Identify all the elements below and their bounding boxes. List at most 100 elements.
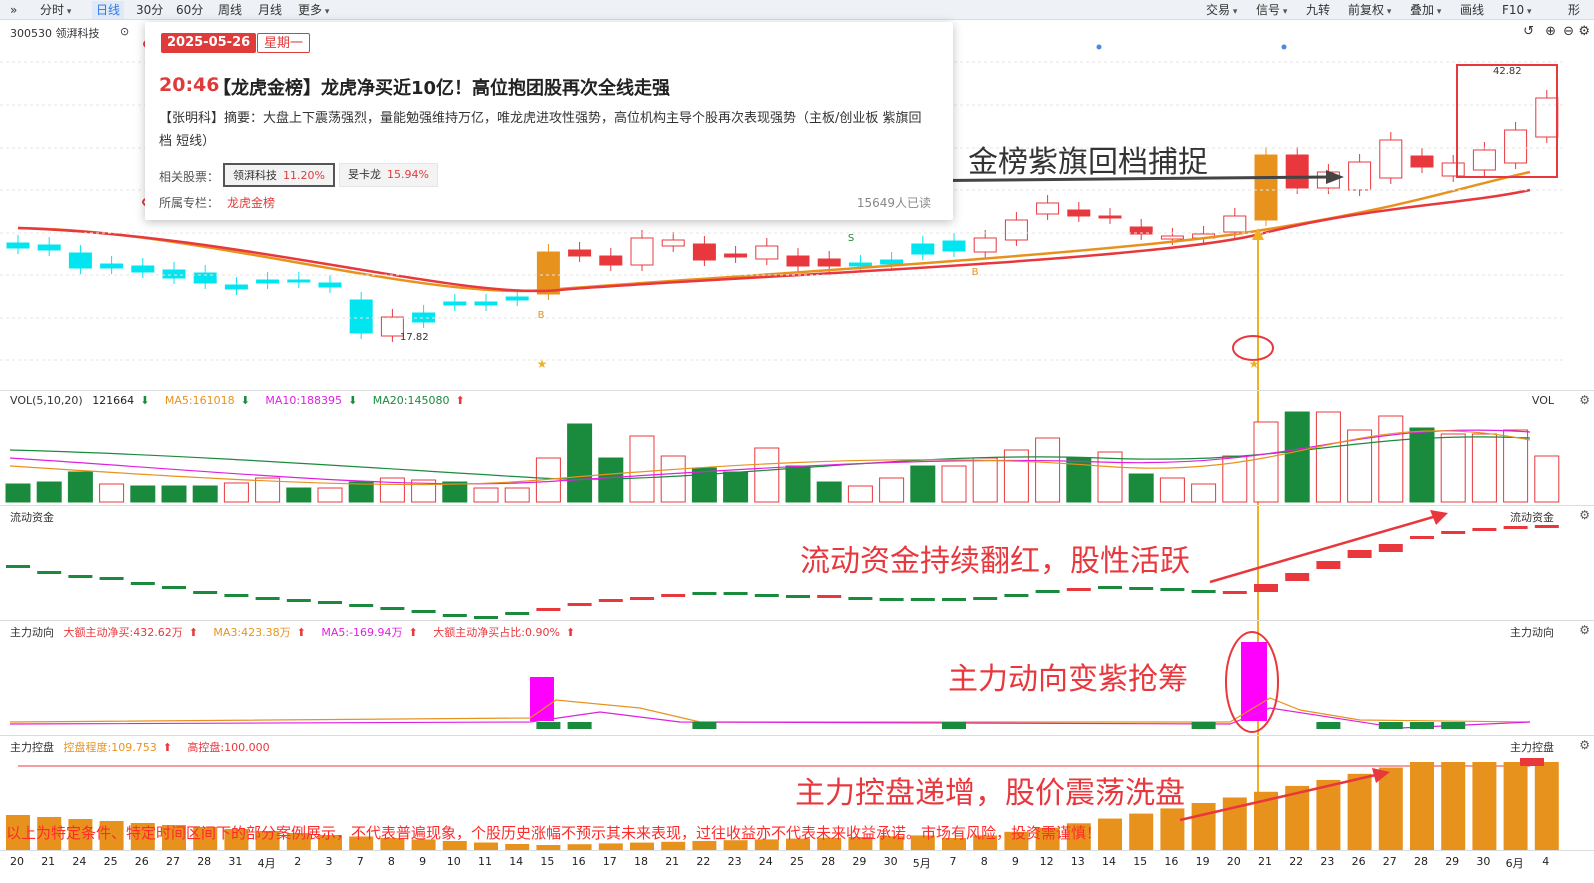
volume-bar bbox=[754, 447, 780, 503]
liquidity-bar bbox=[723, 592, 748, 595]
x-axis-tick: 15 bbox=[1133, 855, 1148, 868]
candle bbox=[443, 301, 467, 306]
liquidity-bar bbox=[1347, 550, 1372, 558]
volume-bar bbox=[972, 457, 998, 503]
up-arrow-icon: ⬆ bbox=[565, 626, 576, 639]
liquidity-bar bbox=[1441, 531, 1466, 534]
panel-divider bbox=[0, 390, 1594, 391]
liquidity-bar bbox=[411, 610, 436, 613]
x-axis-tick: 18 bbox=[634, 855, 648, 868]
volume-bar bbox=[1440, 433, 1466, 503]
candle bbox=[318, 282, 342, 288]
liquidity-bar bbox=[1472, 528, 1497, 531]
read-count: 15649人已读 bbox=[856, 196, 931, 210]
x-axis-tick: 27 bbox=[1382, 855, 1397, 868]
liquidity-bar bbox=[162, 586, 186, 589]
liquidity-bar bbox=[1410, 536, 1434, 539]
panel-divider bbox=[0, 620, 1594, 621]
star-icon: ★ bbox=[537, 357, 548, 371]
volume-right-label: VOL bbox=[1531, 394, 1554, 407]
main-force-bar bbox=[530, 677, 554, 721]
up-arrow-icon: ⬆ bbox=[162, 741, 172, 754]
news-popup[interactable]: 2025-05-26 星期一 20:46 【龙虎金榜】龙虎净买近10亿！高位抱团… bbox=[145, 22, 953, 220]
control-bar bbox=[1472, 762, 1497, 850]
x-axis-tick: 31 bbox=[228, 855, 243, 868]
liquidity-bar bbox=[1378, 544, 1403, 552]
gear-icon[interactable]: ⚙ bbox=[1579, 623, 1590, 637]
volume-bar bbox=[161, 485, 187, 503]
liquidity-bar bbox=[942, 598, 966, 601]
x-axis-tick: 12 bbox=[1039, 855, 1054, 868]
liquidity-bar bbox=[1222, 591, 1247, 594]
liquidity-bar bbox=[1285, 573, 1310, 581]
main-force-net-buy: 大额主动净买:432.62万 ⬆ bbox=[64, 626, 204, 639]
down-arrow-icon: ⬇ bbox=[240, 394, 250, 407]
gear-icon[interactable]: ⚙ bbox=[1579, 393, 1590, 407]
volume-bar bbox=[785, 465, 811, 503]
related-stock-pct: 11.20% bbox=[283, 169, 325, 182]
gear-icon[interactable]: ⚙ bbox=[1579, 738, 1590, 752]
related-stock-chip[interactable]: 旻卡龙 15.94% bbox=[339, 163, 438, 187]
candle bbox=[786, 255, 810, 267]
up-arrow-icon: ⬆ bbox=[455, 394, 465, 407]
s-marker-icon: S bbox=[848, 233, 854, 244]
candle bbox=[880, 259, 904, 265]
related-stock-chip[interactable]: 领湃科技 11.20% bbox=[223, 163, 335, 187]
x-axis-tick: 2 bbox=[294, 855, 302, 868]
volume-bar bbox=[847, 485, 873, 503]
control-title: 主力控盘 bbox=[10, 741, 54, 754]
candle bbox=[1535, 97, 1559, 138]
x-axis-tick: 20 bbox=[10, 855, 24, 868]
volume-bar bbox=[660, 455, 686, 503]
main-force-bar bbox=[942, 722, 966, 729]
candle bbox=[599, 255, 623, 266]
star-icon: ★ bbox=[1249, 357, 1260, 371]
main-force-ma3: MA3:423.38万 ⬆ bbox=[213, 626, 311, 639]
liquidity-bar bbox=[37, 571, 62, 574]
related-stock-name: 领湃科技 bbox=[233, 169, 277, 182]
x-axis-tick: 9 bbox=[419, 855, 427, 868]
volume-value-text: 121664 bbox=[92, 394, 135, 407]
main-force-bar bbox=[1241, 642, 1267, 721]
x-axis-tick: 19 bbox=[1195, 855, 1210, 868]
liquidity-bar bbox=[255, 597, 280, 600]
news-title[interactable]: 【龙虎金榜】龙虎净买近10亿！高位抱团股再次全线走强 bbox=[213, 74, 670, 100]
volume-bar bbox=[286, 487, 312, 503]
volume-bar bbox=[473, 487, 499, 503]
x-axis-tick: 8 bbox=[387, 855, 395, 868]
control-bar bbox=[1410, 762, 1434, 850]
volume-ma10: MA10:188395 ⬇ bbox=[265, 394, 363, 407]
candle bbox=[1098, 215, 1122, 219]
liquidity-bar bbox=[661, 594, 686, 597]
x-axis-tick: 21 bbox=[665, 855, 680, 868]
control-degree-text: 控盘程度:109.753 bbox=[63, 741, 157, 754]
candle bbox=[973, 237, 997, 253]
x-axis-tick: 11 bbox=[478, 855, 492, 868]
gear-icon[interactable]: ⚙ bbox=[1579, 508, 1590, 522]
trend-arrow bbox=[1209, 513, 1441, 584]
candle bbox=[848, 262, 872, 267]
candle bbox=[1504, 129, 1528, 164]
x-axis-tick: 28 bbox=[821, 855, 836, 868]
volume-bar bbox=[598, 457, 624, 503]
candle bbox=[505, 296, 529, 301]
liquidity-bar bbox=[817, 595, 842, 598]
control-legend: 主力控盘 控盘程度:109.753 ⬆ 高控盘:100.000 bbox=[10, 739, 276, 755]
volume-bar bbox=[1035, 437, 1061, 503]
candle bbox=[287, 279, 311, 283]
news-summary: 【张明科】摘要：大盘上下震荡强烈，量能勉强维持万亿，唯龙虎进攻性强势，高位机构主… bbox=[159, 111, 922, 149]
main-force-ma5 bbox=[9, 707, 1531, 729]
main-force-ma3-text: MA3:423.38万 bbox=[213, 626, 291, 639]
column-link[interactable]: 龙虎金榜 bbox=[227, 194, 275, 211]
x-axis-tick: 3 bbox=[325, 855, 333, 868]
liquidity-bar bbox=[1098, 586, 1122, 589]
candle bbox=[1379, 139, 1403, 179]
candle bbox=[1348, 161, 1372, 191]
liquidity-right-label: 流动资金 bbox=[1510, 511, 1554, 524]
candle bbox=[661, 239, 685, 247]
annotation-gold: 金榜紫旗回档捕捉 bbox=[968, 145, 1208, 180]
candle bbox=[131, 265, 155, 273]
volume-bar bbox=[99, 483, 125, 503]
x-axis-tick: 29 bbox=[1445, 855, 1460, 868]
liquidity-bar bbox=[99, 577, 124, 580]
